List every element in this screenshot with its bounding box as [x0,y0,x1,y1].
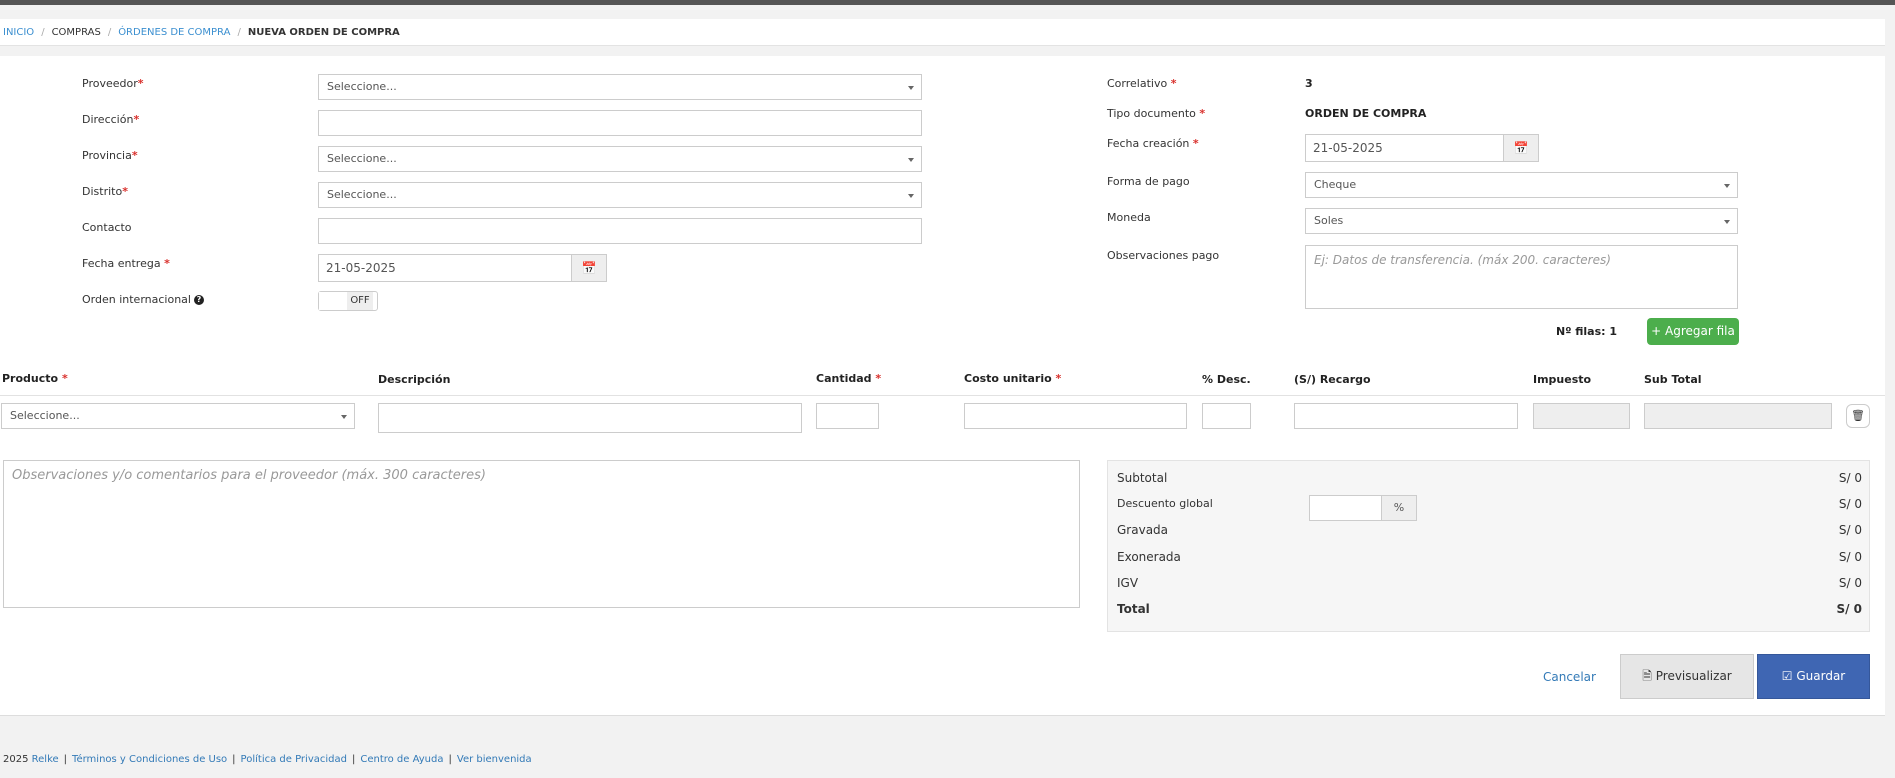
tipo-documento-label: Tipo documento * [1107,107,1206,120]
footer: 2025 Relke | Términos y Condiciones de Uso… [3,754,532,765]
summary-total: Total S/ 0 [1117,602,1862,616]
subtotal-output [1644,403,1832,429]
direccion-input[interactable] [318,110,922,136]
fecha-entrega-input[interactable]: 21-05-2025 [318,254,572,282]
breadcrumb-separator: / [41,27,45,38]
descripcion-textarea[interactable] [378,403,802,433]
distrito-label: Distrito* [82,185,128,198]
col-cantidad: Cantidad * [816,372,882,385]
summary-exonerada: Exonerada S/ 0 [1117,550,1862,564]
chevron-down-icon [908,86,914,90]
add-row-button[interactable]: + Agregar fila [1647,318,1739,345]
footer-year: 2025 [3,754,29,765]
col-impuesto: Impuesto [1533,373,1592,386]
proveedor-label: Proveedor* [82,77,144,90]
breadcrumb-separator: / [107,27,112,38]
descuento-global-input[interactable] [1309,495,1382,521]
forma-pago-label: Forma de pago [1107,175,1190,188]
chevron-down-icon [908,194,914,198]
top-bar [0,0,1895,5]
summary-subtotal: Subtotal S/ 0 [1117,471,1862,485]
summary-igv: IGV S/ 0 [1117,576,1862,590]
distrito-select[interactable]: Seleccione... [318,182,922,208]
col-producto: Producto * [2,372,68,385]
preview-button[interactable]: 🗎 Previsualizar [1620,654,1754,699]
col-recargo: (S/) Recargo [1294,373,1371,386]
observaciones-pago-textarea[interactable]: Ej: Datos de transferencia. (máx 200. ca… [1305,245,1738,309]
file-icon: 🗎 [1642,669,1652,683]
correlativo-value: 3 [1305,77,1313,90]
contacto-label: Contacto [82,221,132,234]
percent-addon: % [1381,495,1417,521]
orden-internacional-label: Orden internacional? [82,293,204,306]
breadcrumb-ordenes[interactable]: ÓRDENES DE COMPRA [118,27,230,38]
provincia-select[interactable]: Seleccione... [318,146,922,172]
summary-gravada: Gravada S/ 0 [1117,523,1862,537]
impuesto-output [1533,403,1630,429]
chevron-down-icon [1724,220,1730,224]
summary-panel: Subtotal S/ 0 Descuento global S/ 0 % Grav… [1107,460,1870,632]
col-costo-unitario: Costo unitario * [964,372,1062,385]
col-subtotal: Sub Total [1644,373,1702,386]
fecha-creacion-label: Fecha creación * [1107,137,1199,150]
check-icon: ☑ [1781,669,1793,683]
direccion-label: Dirección* [82,113,140,126]
proveedor-select[interactable]: Seleccione... [318,74,922,100]
breadcrumb-current: NUEVA ORDEN DE COMPRA [247,27,400,38]
calendar-icon[interactable]: 📅 [571,254,607,282]
row-count: Nº filas: 1 [1556,325,1618,338]
orden-internacional-toggle[interactable]: OFF [318,291,378,311]
tipo-documento-value: ORDEN DE COMPRA [1305,107,1427,120]
breadcrumb: INICIO / COMPRAS / ÓRDENES DE COMPRA / NUEVA O… [0,19,1885,46]
table-header-divider [0,395,1885,396]
fecha-entrega-label: Fecha entrega * [82,257,170,270]
cantidad-input[interactable] [816,403,879,429]
breadcrumb-inicio[interactable]: INICIO [3,27,34,38]
summary-descuento: Descuento global S/ 0 [1117,497,1862,511]
chevron-down-icon [341,415,347,419]
descuento-input[interactable] [1202,403,1251,429]
fecha-creacion-input[interactable]: 21-05-2025 [1305,134,1504,162]
trash-icon[interactable]: 🗑 [1846,404,1870,428]
observaciones-pago-label: Observaciones pago [1107,249,1220,262]
toggle-knob [319,292,349,310]
footer-help-link[interactable]: Centro de Ayuda [360,754,443,765]
producto-select[interactable]: Seleccione... [1,403,355,429]
footer-brand[interactable]: Relke [32,754,59,765]
info-icon[interactable]: ? [193,295,204,305]
chevron-down-icon [1724,184,1730,188]
calendar-icon[interactable]: 📅 [1503,134,1539,162]
chevron-down-icon [908,158,914,162]
toggle-state: OFF [347,292,373,310]
col-descuento: % Desc. [1202,373,1251,386]
save-button[interactable]: ☑ Guardar [1757,654,1870,699]
recargo-input[interactable] [1294,403,1518,429]
comments-textarea[interactable]: Observaciones y/o comentarios para el pr… [3,460,1080,608]
provincia-label: Provincia* [82,149,138,162]
breadcrumb-compras: COMPRAS [51,27,101,38]
footer-terms-link[interactable]: Términos y Condiciones de Uso [72,754,227,765]
forma-pago-select[interactable]: Cheque [1305,172,1738,198]
correlativo-label: Correlativo * [1107,77,1177,90]
footer-privacy-link[interactable]: Política de Privacidad [241,754,347,765]
contacto-input[interactable] [318,218,922,244]
footer-welcome-link[interactable]: Ver bienvenida [457,754,532,765]
col-descripcion: Descripción [378,373,451,386]
cancel-button[interactable]: Cancelar [1543,670,1596,684]
costo-unitario-input[interactable] [964,403,1187,429]
moneda-select[interactable]: Soles [1305,208,1738,234]
breadcrumb-separator: / [237,27,241,38]
moneda-label: Moneda [1107,211,1151,224]
